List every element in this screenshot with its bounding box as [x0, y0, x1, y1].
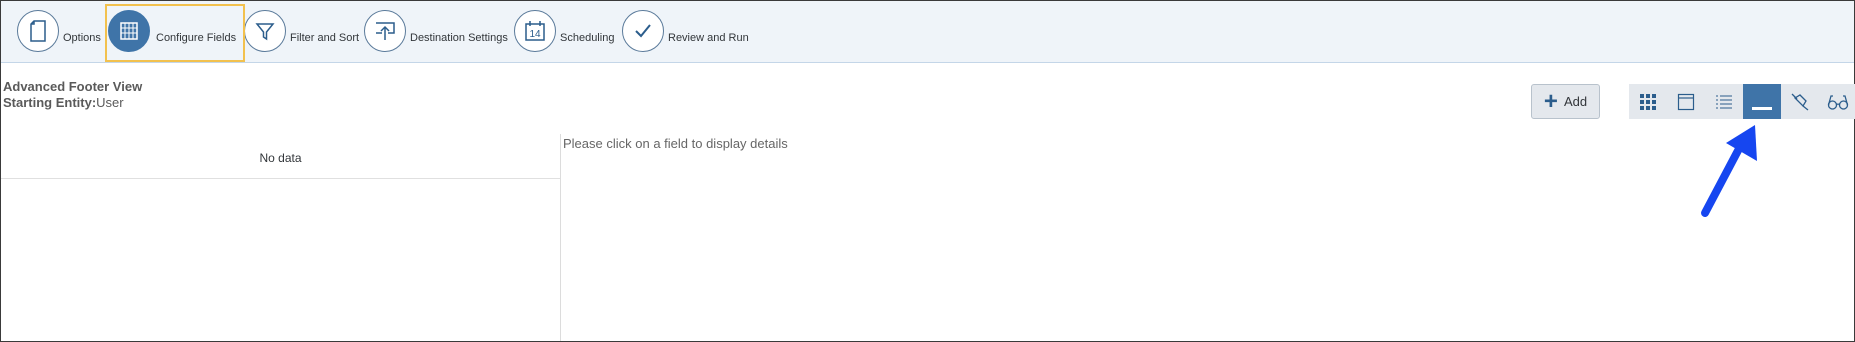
step-label: Scheduling	[560, 32, 615, 44]
view-toggle-group	[1629, 84, 1855, 119]
plus-icon: +	[1543, 87, 1558, 115]
wizard-header: Options Configure Fields Filter and Sort…	[1, 1, 1854, 63]
filter-icon	[244, 10, 286, 52]
upload-icon	[364, 10, 406, 52]
step-scheduling[interactable]: 14 Scheduling	[514, 6, 614, 56]
step-destination-settings[interactable]: Destination Settings	[364, 6, 508, 56]
step-filter-and-sort[interactable]: Filter and Sort	[244, 6, 359, 56]
checkmark-icon	[622, 10, 664, 52]
no-data-text: No data	[259, 151, 302, 165]
add-button[interactable]: + Add	[1531, 84, 1600, 119]
callout-arrow-icon	[1701, 125, 1757, 217]
step-review-and-run[interactable]: Review and Run	[622, 6, 749, 56]
step-label: Options	[63, 32, 101, 44]
starting-entity-label: Starting Entity:	[3, 95, 97, 110]
details-hint: Please click on a field to display detai…	[563, 136, 788, 151]
view-meta: Advanced Footer View Starting Entity:Use…	[3, 79, 142, 111]
row-divider	[1, 178, 560, 179]
fields-panel: No data	[1, 134, 560, 341]
calendar-day: 14	[529, 29, 541, 40]
window-view-icon[interactable]	[1667, 84, 1705, 119]
glasses-icon[interactable]	[1819, 84, 1855, 119]
grid-view-icon[interactable]	[1629, 84, 1667, 119]
calendar-icon: 14	[514, 10, 556, 52]
starting-entity: Starting Entity:User	[3, 95, 142, 111]
view-title: Advanced Footer View	[3, 79, 143, 94]
starting-entity-value: User	[96, 95, 124, 110]
step-label: Filter and Sort	[290, 32, 360, 44]
document-icon	[17, 10, 59, 52]
step-label: Destination Settings	[410, 32, 508, 44]
step-options[interactable]: Options	[17, 6, 101, 56]
footer-view-icon[interactable]	[1743, 84, 1781, 119]
panel-divider[interactable]	[560, 134, 561, 341]
list-view-icon[interactable]	[1705, 84, 1743, 119]
pin-icon[interactable]	[1781, 84, 1819, 119]
step-label: Review and Run	[668, 32, 749, 44]
step-highlight-box	[105, 4, 245, 62]
add-button-label: Add	[1563, 94, 1588, 109]
